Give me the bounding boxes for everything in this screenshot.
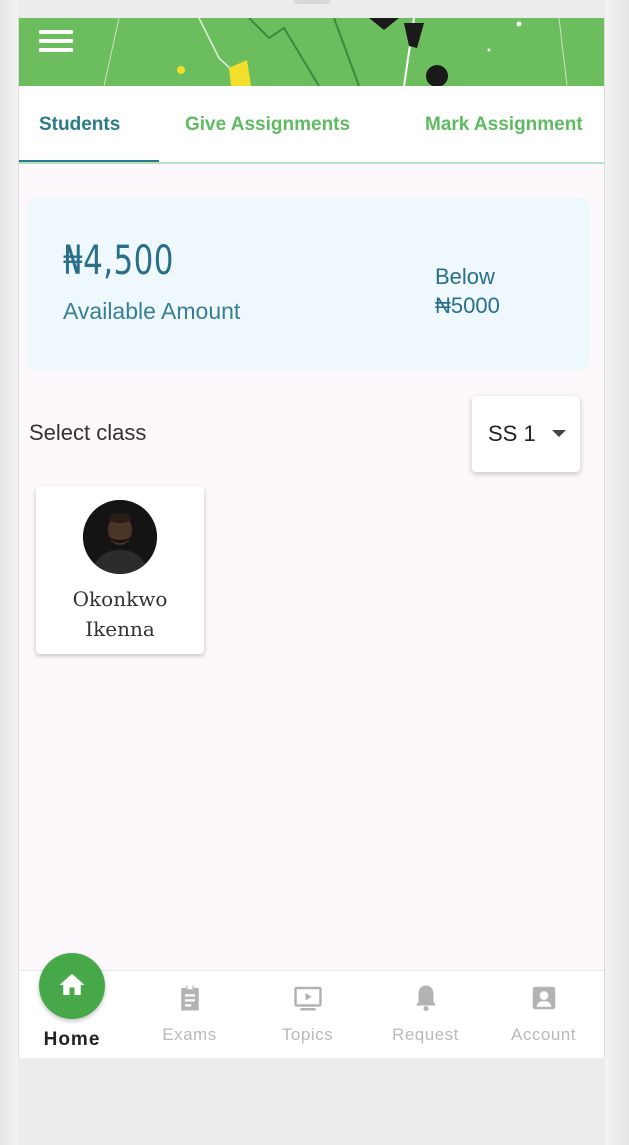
person-photo-icon xyxy=(83,500,157,574)
app-screen: Students Give Assignments Mark Assignmen… xyxy=(18,18,605,1058)
device-notch xyxy=(294,0,330,4)
nav-home-label: Home xyxy=(43,1029,101,1050)
student-card[interactable]: Okonkwo Ikenna xyxy=(36,486,204,654)
tab-students[interactable]: Students xyxy=(39,86,120,162)
nav-account-label: Account xyxy=(511,1025,576,1044)
banner-pattern xyxy=(103,18,568,86)
device-frame-left xyxy=(0,0,18,1145)
nav-account[interactable]: Account xyxy=(485,971,602,1058)
video-play-icon xyxy=(294,986,322,1011)
nav-topics[interactable]: Topics xyxy=(249,971,366,1058)
student-name: Okonkwo Ikenna xyxy=(36,584,204,644)
bottom-nav: Home Exams Topics Request Account xyxy=(19,953,604,1058)
nav-request[interactable]: Request xyxy=(367,971,484,1058)
class-dropdown-value: SS 1 xyxy=(488,421,536,446)
student-last-name: Ikenna xyxy=(85,617,155,641)
nav-home[interactable]: Home xyxy=(19,953,136,1058)
tab-mark-assignment[interactable]: Mark Assignment xyxy=(425,86,583,162)
tab-give-assignments[interactable]: Give Assignments xyxy=(185,86,350,162)
balance-card: ₦4,500 Available Amount Below ₦5000 xyxy=(27,198,590,370)
class-dropdown[interactable]: SS 1 xyxy=(472,396,580,472)
tab-bar: Students Give Assignments Mark Assignmen… xyxy=(19,86,604,164)
header-banner xyxy=(19,18,604,86)
home-icon xyxy=(59,973,85,995)
account-box-icon xyxy=(532,986,556,1010)
menu-icon[interactable] xyxy=(39,26,79,56)
active-tab-indicator xyxy=(19,160,159,162)
threshold-text: Below ₦5000 xyxy=(435,262,500,320)
clipboard-icon xyxy=(181,985,199,1011)
device-frame-right xyxy=(605,0,629,1145)
home-fab[interactable] xyxy=(39,953,105,1019)
nav-exams[interactable]: Exams xyxy=(131,971,248,1058)
avatar xyxy=(83,500,157,574)
available-amount-label: Available Amount xyxy=(63,298,241,324)
caret-down-icon xyxy=(552,430,566,437)
available-amount-value: ₦4,500 xyxy=(63,238,174,284)
select-class-label: Select class xyxy=(29,420,147,445)
nav-exams-label: Exams xyxy=(162,1025,217,1044)
bell-icon xyxy=(416,985,436,1012)
nav-request-label: Request xyxy=(392,1025,459,1044)
threshold-line-2: ₦5000 xyxy=(435,293,500,318)
threshold-line-1: Below xyxy=(435,264,495,289)
nav-topics-label: Topics xyxy=(281,1025,334,1044)
student-first-name: Okonkwo xyxy=(72,587,168,611)
